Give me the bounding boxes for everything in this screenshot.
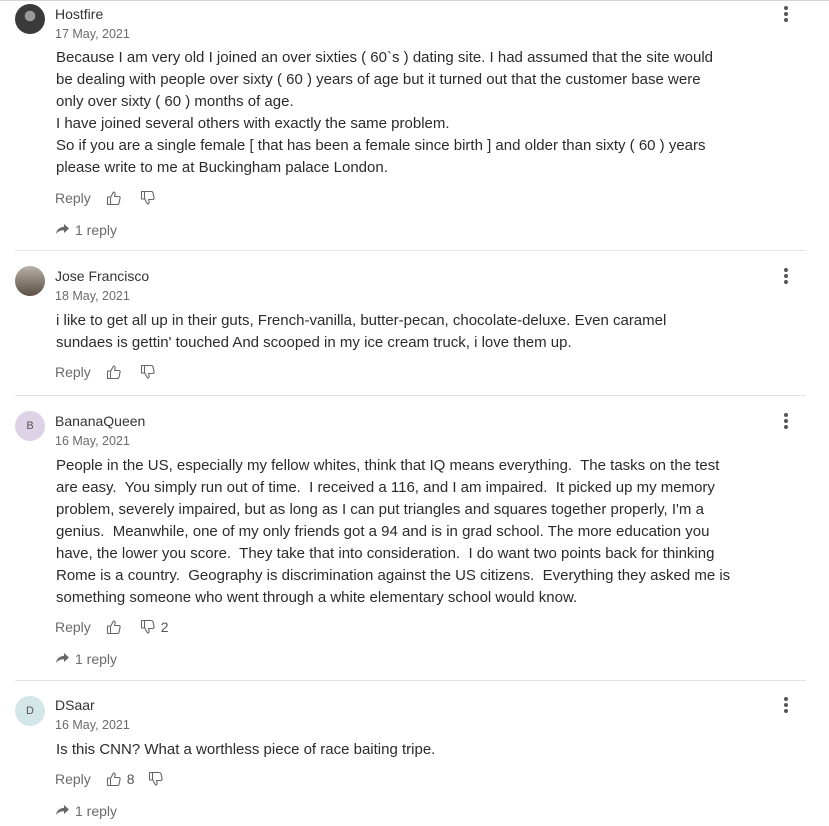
comment-text-line: only over sixty ( 60 ) months of age. — [56, 93, 294, 110]
reply-arrow-icon — [55, 223, 71, 237]
reply-arrow-icon — [55, 652, 71, 666]
avatar-letter: D — [26, 705, 34, 717]
comment-text-line: i like to get all up in their guts, Fren… — [56, 312, 667, 329]
avatar[interactable] — [15, 266, 45, 296]
comment-text-line: Is this CNN? What a worthless piece of r… — [56, 741, 436, 758]
reply-button[interactable]: Reply — [55, 771, 91, 787]
comment-date: 16 May, 2021 — [55, 434, 130, 448]
thumbs-down-icon[interactable] — [139, 618, 157, 636]
comment-actions: Reply — [55, 362, 161, 382]
dislike-count: 2 — [160, 619, 169, 635]
comment-actions: Reply — [55, 188, 161, 208]
more-options-icon[interactable] — [778, 695, 794, 715]
comment-text-line: problem, severely impaired, but as long … — [56, 501, 704, 518]
thumbs-up-icon[interactable] — [105, 363, 123, 381]
comment-body: i like to get all up in their guts, Fren… — [56, 310, 768, 354]
view-replies-button[interactable]: 1 reply — [55, 650, 117, 668]
comment-divider — [15, 250, 806, 251]
thumbs-down-icon[interactable] — [139, 363, 157, 381]
comment-text-line: Rome is a country. Geography is discrimi… — [56, 567, 731, 584]
top-border — [0, 0, 829, 1]
comment-text-line: I have joined several others with exactl… — [56, 115, 450, 132]
avatar-letter: B — [26, 420, 34, 432]
thumbs-down-icon[interactable] — [139, 189, 157, 207]
reply-button[interactable]: Reply — [55, 190, 91, 206]
view-replies-button[interactable]: 1 reply — [55, 221, 117, 239]
reply-button[interactable]: Reply — [55, 364, 91, 380]
comment-text-line: please write to me at Buckingham palace … — [56, 159, 388, 176]
thumbs-up-icon[interactable] — [105, 618, 123, 636]
replies-count-label: 1 reply — [75, 803, 118, 819]
like-count: 8 — [126, 771, 135, 787]
thumbs-up-icon[interactable] — [105, 189, 123, 207]
comment-date: 16 May, 2021 — [55, 718, 130, 732]
comment-text-line: something someone who went through a whi… — [56, 589, 578, 606]
more-options-icon[interactable] — [778, 411, 794, 431]
comment-text-line: are easy. You simply run out of time. I … — [56, 479, 715, 496]
avatar[interactable]: B — [15, 411, 45, 441]
comment-text-line: People in the US, especially my fellow w… — [56, 457, 720, 474]
comment-body: Because I am very old I joined an over s… — [56, 47, 768, 179]
more-options-icon[interactable] — [778, 4, 794, 24]
comment-actions: Reply 8 — [55, 769, 169, 789]
comment-text-line: genius. Meanwhile, one of my only friend… — [56, 523, 710, 540]
comment-date: 17 May, 2021 — [55, 27, 130, 41]
thumbs-up-icon[interactable] — [105, 770, 123, 788]
comment-text-line: sundaes is gettin' touched And scooped i… — [56, 334, 572, 351]
reply-arrow-icon — [55, 804, 71, 818]
comment-username[interactable]: Jose Francisco — [55, 268, 149, 284]
comment-date: 18 May, 2021 — [55, 289, 130, 303]
replies-count-label: 1 reply — [75, 651, 118, 667]
replies-count-label: 1 reply — [75, 222, 118, 238]
comment-body: Is this CNN? What a worthless piece of r… — [56, 739, 768, 761]
comment-text-line: be dealing with people over sixty ( 60 )… — [56, 71, 701, 88]
comment-divider — [15, 395, 806, 396]
comment-text-line: have, the lower you score. They take tha… — [56, 545, 715, 562]
comment-text-line: So if you are a single female [ that has… — [56, 137, 706, 154]
view-replies-button[interactable]: 1 reply — [55, 802, 117, 820]
avatar[interactable] — [15, 4, 45, 34]
thumbs-down-icon[interactable] — [147, 770, 165, 788]
comment-username[interactable]: Hostfire — [55, 6, 103, 22]
avatar[interactable]: D — [15, 696, 45, 726]
comment-actions: Reply 2 — [55, 617, 181, 637]
comment-username[interactable]: DSaar — [55, 697, 95, 713]
comment-divider — [15, 680, 806, 681]
more-options-icon[interactable] — [778, 266, 794, 286]
comment-text-line: Because I am very old I joined an over s… — [56, 49, 714, 66]
comment-body: People in the US, especially my fellow w… — [56, 455, 768, 609]
reply-button[interactable]: Reply — [55, 619, 91, 635]
comment-username[interactable]: BananaQueen — [55, 413, 145, 429]
